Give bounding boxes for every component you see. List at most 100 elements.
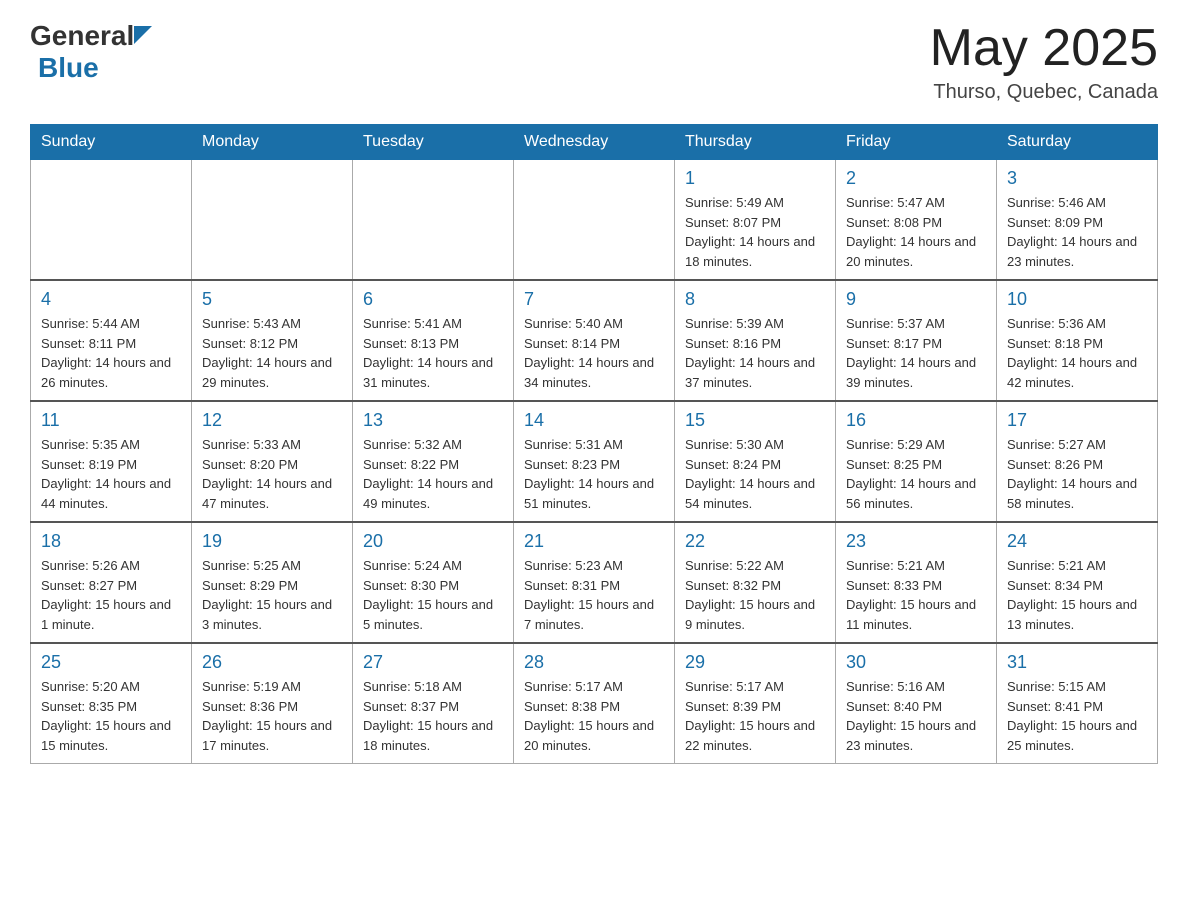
day-number: 11: [41, 410, 181, 431]
day-number: 10: [1007, 289, 1147, 310]
weekday-header-monday: Monday: [192, 125, 353, 160]
weekday-header-thursday: Thursday: [675, 125, 836, 160]
day-number: 26: [202, 652, 342, 673]
calendar-cell: 28 Sunrise: 5:17 AM Sunset: 8:38 PM Dayli…: [514, 643, 675, 764]
day-number: 16: [846, 410, 986, 431]
day-info: Sunrise: 5:41 AM Sunset: 8:13 PM Dayligh…: [363, 314, 503, 392]
calendar-cell: 11 Sunrise: 5:35 AM Sunset: 8:19 PM Dayli…: [31, 401, 192, 522]
weekday-header-sunday: Sunday: [31, 125, 192, 160]
day-info: Sunrise: 5:49 AM Sunset: 8:07 PM Dayligh…: [685, 193, 825, 271]
day-number: 15: [685, 410, 825, 431]
day-info: Sunrise: 5:15 AM Sunset: 8:41 PM Dayligh…: [1007, 677, 1147, 755]
calendar-cell: [192, 160, 353, 281]
day-number: 13: [363, 410, 503, 431]
weekday-header-saturday: Saturday: [997, 125, 1158, 160]
day-number: 4: [41, 289, 181, 310]
weekday-header-tuesday: Tuesday: [353, 125, 514, 160]
day-info: Sunrise: 5:21 AM Sunset: 8:33 PM Dayligh…: [846, 556, 986, 634]
day-info: Sunrise: 5:35 AM Sunset: 8:19 PM Dayligh…: [41, 435, 181, 513]
day-info: Sunrise: 5:16 AM Sunset: 8:40 PM Dayligh…: [846, 677, 986, 755]
day-info: Sunrise: 5:43 AM Sunset: 8:12 PM Dayligh…: [202, 314, 342, 392]
day-number: 22: [685, 531, 825, 552]
calendar-cell: 27Sunrise: 5:18 AM Sunset: 8:37 PM Dayli…: [353, 643, 514, 764]
day-number: 28: [524, 652, 664, 673]
day-number: 20: [363, 531, 503, 552]
day-info: Sunrise: 5:29 AM Sunset: 8:25 PM Dayligh…: [846, 435, 986, 513]
calendar-cell: 9Sunrise: 5:37 AM Sunset: 8:17 PM Daylig…: [836, 280, 997, 401]
title-area: May 2025 Thurso, Quebec, Canada: [930, 20, 1158, 104]
day-info: Sunrise: 5:24 AM Sunset: 8:30 PM Dayligh…: [363, 556, 503, 634]
calendar-week-row: 18 Sunrise: 5:26 AM Sunset: 8:27 PM Dayli…: [31, 522, 1158, 643]
day-number: 31: [1007, 652, 1147, 673]
month-title: May 2025: [930, 20, 1158, 77]
calendar-cell: 13 Sunrise: 5:32 AM Sunset: 8:22 PM Dayli…: [353, 401, 514, 522]
calendar-cell: 14 Sunrise: 5:31 AM Sunset: 8:23 PM Dayli…: [514, 401, 675, 522]
calendar-cell: 19Sunrise: 5:25 AM Sunset: 8:29 PM Dayli…: [192, 522, 353, 643]
day-number: 2: [846, 168, 986, 189]
calendar-cell: 7Sunrise: 5:40 AM Sunset: 8:14 PM Daylig…: [514, 280, 675, 401]
day-number: 18: [41, 531, 181, 552]
day-info: Sunrise: 5:31 AM Sunset: 8:23 PM Dayligh…: [524, 435, 664, 513]
calendar-cell: 22 Sunrise: 5:22 AM Sunset: 8:32 PM Dayli…: [675, 522, 836, 643]
day-info: Sunrise: 5:20 AM Sunset: 8:35 PM Dayligh…: [41, 677, 181, 755]
page-header: General Blue May 2025 Thurso, Quebec, Ca…: [30, 20, 1158, 104]
day-number: 6: [363, 289, 503, 310]
day-info: Sunrise: 5:17 AM Sunset: 8:39 PM Dayligh…: [685, 677, 825, 755]
day-info: Sunrise: 5:33 AM Sunset: 8:20 PM Dayligh…: [202, 435, 342, 513]
day-number: 7: [524, 289, 664, 310]
day-info: Sunrise: 5:22 AM Sunset: 8:32 PM Dayligh…: [685, 556, 825, 634]
day-info: Sunrise: 5:17 AM Sunset: 8:38 PM Dayligh…: [524, 677, 664, 755]
calendar-cell: 31 Sunrise: 5:15 AM Sunset: 8:41 PM Dayli…: [997, 643, 1158, 764]
day-info: Sunrise: 5:26 AM Sunset: 8:27 PM Dayligh…: [41, 556, 181, 634]
day-info: Sunrise: 5:44 AM Sunset: 8:11 PM Dayligh…: [41, 314, 181, 392]
location-text: Thurso, Quebec, Canada: [930, 81, 1158, 104]
day-number: 14: [524, 410, 664, 431]
day-info: Sunrise: 5:23 AM Sunset: 8:31 PM Dayligh…: [524, 556, 664, 634]
day-info: Sunrise: 5:27 AM Sunset: 8:26 PM Dayligh…: [1007, 435, 1147, 513]
calendar-week-row: 25Sunrise: 5:20 AM Sunset: 8:35 PM Dayli…: [31, 643, 1158, 764]
calendar-cell: 8 Sunrise: 5:39 AM Sunset: 8:16 PM Daylig…: [675, 280, 836, 401]
logo-blue-text: Blue: [38, 52, 99, 83]
calendar-cell: [353, 160, 514, 281]
day-number: 9: [846, 289, 986, 310]
day-info: Sunrise: 5:18 AM Sunset: 8:37 PM Dayligh…: [363, 677, 503, 755]
day-info: Sunrise: 5:19 AM Sunset: 8:36 PM Dayligh…: [202, 677, 342, 755]
day-number: 1: [685, 168, 825, 189]
day-number: 3: [1007, 168, 1147, 189]
weekday-header-wednesday: Wednesday: [514, 125, 675, 160]
day-number: 21: [524, 531, 664, 552]
calendar-cell: 5Sunrise: 5:43 AM Sunset: 8:12 PM Daylig…: [192, 280, 353, 401]
calendar-cell: 6 Sunrise: 5:41 AM Sunset: 8:13 PM Daylig…: [353, 280, 514, 401]
calendar-cell: 4 Sunrise: 5:44 AM Sunset: 8:11 PM Daylig…: [31, 280, 192, 401]
calendar-week-row: 1 Sunrise: 5:49 AM Sunset: 8:07 PM Daylig…: [31, 160, 1158, 281]
day-info: Sunrise: 5:32 AM Sunset: 8:22 PM Dayligh…: [363, 435, 503, 513]
day-info: Sunrise: 5:47 AM Sunset: 8:08 PM Dayligh…: [846, 193, 986, 271]
calendar-cell: 21 Sunrise: 5:23 AM Sunset: 8:31 PM Dayli…: [514, 522, 675, 643]
calendar-header-row: SundayMondayTuesdayWednesdayThursdayFrid…: [31, 125, 1158, 160]
day-number: 8: [685, 289, 825, 310]
calendar-cell: 2 Sunrise: 5:47 AM Sunset: 8:08 PM Daylig…: [836, 160, 997, 281]
calendar-cell: 29 Sunrise: 5:17 AM Sunset: 8:39 PM Dayli…: [675, 643, 836, 764]
calendar-week-row: 4 Sunrise: 5:44 AM Sunset: 8:11 PM Daylig…: [31, 280, 1158, 401]
calendar-cell: 12Sunrise: 5:33 AM Sunset: 8:20 PM Dayli…: [192, 401, 353, 522]
day-number: 29: [685, 652, 825, 673]
calendar-cell: 20 Sunrise: 5:24 AM Sunset: 8:30 PM Dayli…: [353, 522, 514, 643]
calendar-cell: 18 Sunrise: 5:26 AM Sunset: 8:27 PM Dayli…: [31, 522, 192, 643]
calendar-cell: 10Sunrise: 5:36 AM Sunset: 8:18 PM Dayli…: [997, 280, 1158, 401]
day-number: 30: [846, 652, 986, 673]
calendar-cell: 26 Sunrise: 5:19 AM Sunset: 8:36 PM Dayli…: [192, 643, 353, 764]
day-info: Sunrise: 5:25 AM Sunset: 8:29 PM Dayligh…: [202, 556, 342, 634]
day-number: 23: [846, 531, 986, 552]
calendar-week-row: 11 Sunrise: 5:35 AM Sunset: 8:19 PM Dayli…: [31, 401, 1158, 522]
day-number: 24: [1007, 531, 1147, 552]
calendar-cell: [514, 160, 675, 281]
logo-general-text: General: [30, 20, 134, 52]
calendar-cell: 15Sunrise: 5:30 AM Sunset: 8:24 PM Dayli…: [675, 401, 836, 522]
day-info: Sunrise: 5:39 AM Sunset: 8:16 PM Dayligh…: [685, 314, 825, 392]
logo: General Blue: [30, 20, 152, 84]
calendar-cell: [31, 160, 192, 281]
calendar-cell: 17Sunrise: 5:27 AM Sunset: 8:26 PM Dayli…: [997, 401, 1158, 522]
day-info: Sunrise: 5:21 AM Sunset: 8:34 PM Dayligh…: [1007, 556, 1147, 634]
calendar-cell: 3 Sunrise: 5:46 AM Sunset: 8:09 PM Daylig…: [997, 160, 1158, 281]
day-info: Sunrise: 5:46 AM Sunset: 8:09 PM Dayligh…: [1007, 193, 1147, 271]
